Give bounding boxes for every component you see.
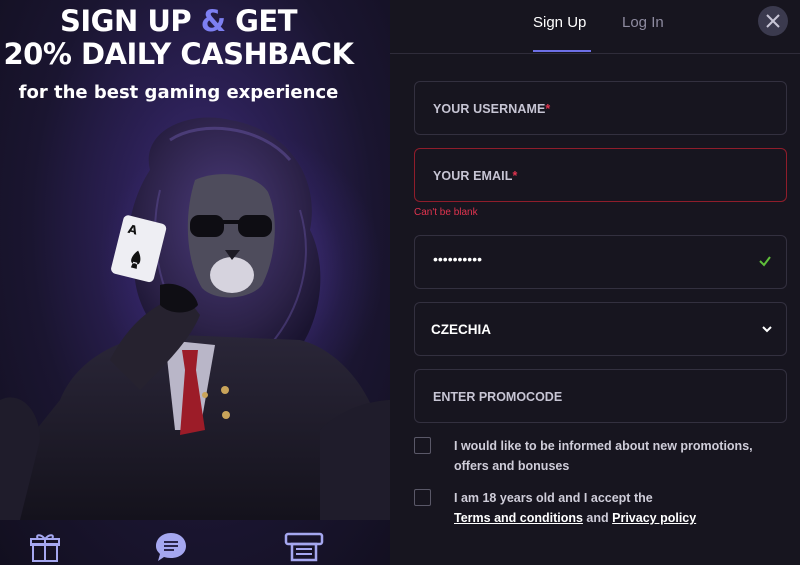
tab-sign-up[interactable]: Sign Up: [533, 14, 586, 54]
password-value: ••••••••••: [433, 251, 483, 267]
username-field[interactable]: YOUR USERNAME*: [414, 81, 787, 135]
country-select[interactable]: CZECHIA: [414, 302, 787, 356]
promotions-checkbox[interactable]: [414, 437, 431, 454]
close-button[interactable]: [758, 6, 788, 36]
promocode-field[interactable]: ENTER PROMOCODE: [414, 369, 787, 423]
signup-form-panel: Sign Up Log In YOUR USERNAME* YOUR EMAIL…: [390, 0, 800, 565]
age-consent-text: I am 18 years old and I accept the Terms…: [454, 488, 784, 528]
country-value: CZECHIA: [431, 322, 491, 337]
username-label: YOUR USERNAME*: [433, 102, 551, 116]
promo-headline-line2: 20% DAILY CASHBACK: [3, 37, 354, 71]
bottom-icon-bar: [0, 520, 390, 565]
promo-panel: SIGN UP & GET 20% DAILY CASHBACK for the…: [0, 0, 390, 565]
auth-tabs: Sign Up Log In: [390, 0, 800, 54]
email-error-message: Can't be blank: [414, 207, 478, 218]
terms-link[interactable]: Terms and conditions: [454, 511, 583, 525]
headline-text-1: SIGN UP: [59, 4, 201, 38]
and-text: and: [582, 511, 613, 525]
email-label: YOUR EMAIL*: [433, 169, 518, 183]
password-field[interactable]: ••••••••••: [414, 235, 787, 289]
close-icon: [766, 14, 780, 28]
promotions-consent-text: I would like to be informed about new pr…: [454, 439, 753, 473]
age-consent-prefix: I am 18 years old and I accept the: [454, 491, 653, 505]
headline-text-2: GET: [225, 4, 298, 38]
age-terms-checkbox[interactable]: [414, 489, 431, 506]
promo-headline: SIGN UP & GET: [0, 4, 357, 38]
active-tab-indicator: [533, 50, 591, 52]
tab-log-in[interactable]: Log In: [622, 14, 664, 54]
cashier-icon[interactable]: [284, 530, 324, 564]
gift-icon[interactable]: [28, 530, 62, 564]
headline-ampersand: &: [200, 4, 226, 38]
chevron-down-icon: [762, 326, 772, 333]
email-field[interactable]: YOUR EMAIL*: [414, 148, 787, 202]
promocode-placeholder: ENTER PROMOCODE: [433, 390, 563, 404]
privacy-link[interactable]: Privacy policy: [612, 511, 696, 525]
lion-mascot-illustration: A: [0, 117, 390, 520]
checkmark-icon: [759, 256, 771, 267]
chat-icon[interactable]: [154, 530, 188, 564]
